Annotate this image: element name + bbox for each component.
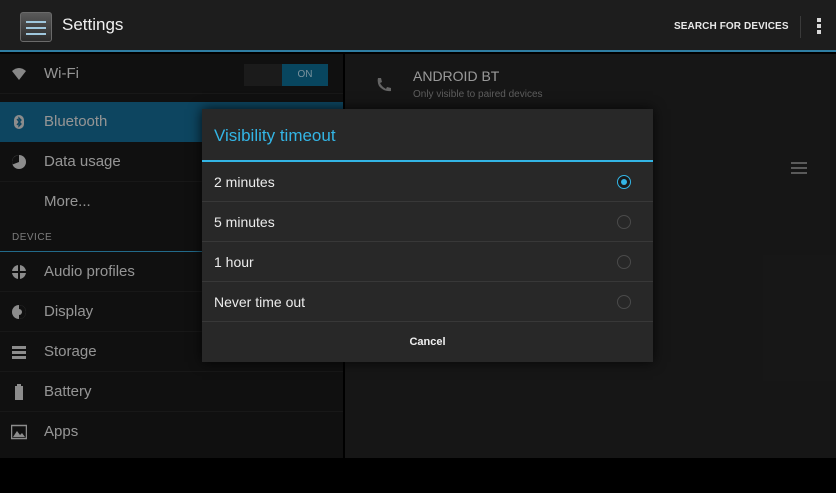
app-title: Settings [62,15,124,34]
cancel-button[interactable]: Cancel [202,323,653,362]
search-for-devices-button[interactable]: SEARCH FOR DEVICES [674,21,789,32]
option-1-hour[interactable]: 1 hour [202,242,653,282]
system-nav-bar [0,458,836,493]
radio-button-checked[interactable] [617,175,631,189]
option-label: Never time out [214,294,306,310]
radio-button[interactable] [617,215,631,229]
radio-button[interactable] [617,295,631,309]
settings-app-icon[interactable] [20,12,52,42]
overflow-menu-icon[interactable] [817,18,821,36]
option-label: 5 minutes [214,214,275,230]
option-5-minutes[interactable]: 5 minutes [202,202,653,242]
visibility-timeout-dialog: Visibility timeout 2 minutes 5 minutes 1… [202,109,653,362]
option-never-time-out[interactable]: Never time out [202,282,653,322]
option-label: 2 minutes [214,174,275,190]
option-label: 1 hour [214,254,254,270]
action-bar: Settings SEARCH FOR DEVICES [0,0,836,52]
radio-button[interactable] [617,255,631,269]
option-2-minutes[interactable]: 2 minutes [202,162,653,202]
dialog-title: Visibility timeout [214,126,336,145]
action-bar-divider [800,16,801,38]
